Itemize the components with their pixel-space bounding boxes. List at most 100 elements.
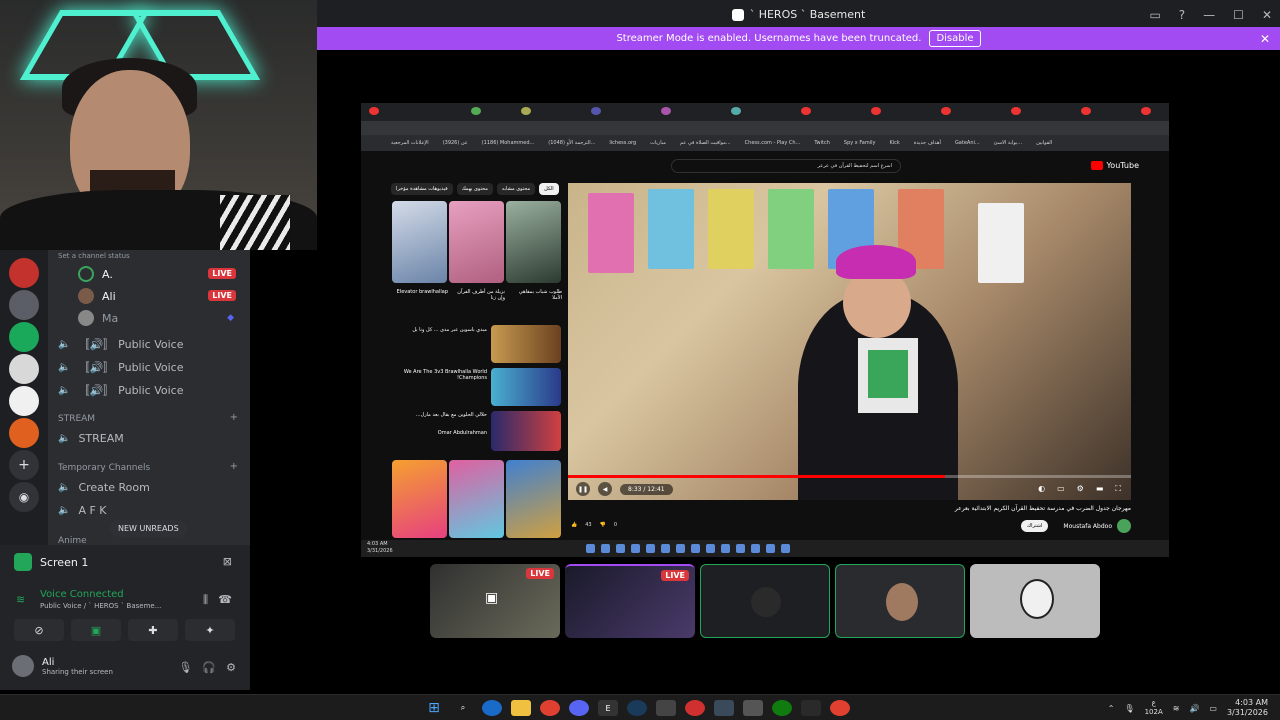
screen-share-button[interactable]: ▣ — [71, 619, 121, 641]
close-icon[interactable]: ✕ — [1260, 32, 1270, 46]
video-thumbnail[interactable] — [491, 368, 561, 406]
tab-icon[interactable] — [871, 107, 881, 115]
folder-icon[interactable] — [511, 700, 531, 716]
tab-icon[interactable] — [661, 107, 671, 115]
disconnect-icon[interactable]: ☎ — [218, 593, 232, 606]
close-stream-icon[interactable]: ⊠ — [223, 555, 232, 568]
server-icon[interactable] — [9, 354, 39, 384]
disable-button[interactable]: Disable — [929, 30, 981, 47]
bookmark[interactable]: الإعلانات المرجعية — [391, 140, 429, 146]
add-server-icon[interactable]: + — [9, 450, 39, 480]
voice-channel[interactable]: 🔈 〚🔊〛 Public Voice — [58, 336, 243, 352]
video-thumbnail[interactable] — [449, 201, 504, 283]
language-indicator[interactable]: ع 102A — [1145, 699, 1163, 717]
server-icon[interactable] — [9, 418, 39, 448]
discord-icon[interactable] — [569, 700, 589, 716]
tab-icon[interactable] — [471, 107, 481, 115]
category-temporary[interactable]: Temporary Channels — [58, 463, 150, 473]
mic-icon[interactable]: 🎙 — [178, 661, 192, 674]
participant-tile[interactable] — [700, 564, 830, 638]
chrome-icon[interactable] — [830, 700, 850, 716]
bookmark[interactable]: مواقيت الصلاة في عم... — [680, 140, 731, 146]
bookmark[interactable]: GateAni... — [955, 140, 980, 146]
video-thumbnail[interactable] — [506, 201, 561, 283]
voice-member[interactable]: Ali LIVE — [78, 288, 240, 304]
video-thumbnail[interactable] — [392, 201, 447, 283]
participant-tile[interactable] — [970, 564, 1100, 638]
voice-channel[interactable]: 🔈 A F K — [58, 504, 243, 517]
video-thumbnail[interactable] — [449, 460, 504, 538]
edge-icon[interactable] — [482, 700, 502, 716]
minimize-button[interactable]: — — [1203, 8, 1215, 22]
tab-icon[interactable] — [731, 107, 741, 115]
category-stream[interactable]: STREAM — [58, 414, 95, 424]
voice-channel[interactable]: 🔈 STREAM — [58, 432, 243, 445]
chip[interactable]: محتوى يهمك — [456, 183, 493, 195]
rec-title[interactable]: Elevator brawlhallap — [396, 289, 448, 295]
clock[interactable]: 4:03 AM 3/31/2026 — [1227, 698, 1268, 718]
add-channel-icon[interactable]: + — [230, 461, 238, 472]
new-unreads-button[interactable]: NEW UNREADS — [110, 520, 187, 537]
video-thumbnail[interactable] — [392, 460, 447, 538]
volume-icon[interactable]: ◀ — [598, 482, 612, 496]
inbox-icon[interactable]: ▭ — [1149, 8, 1160, 22]
video-thumbnail[interactable] — [491, 325, 561, 363]
rec-title[interactable]: حلالي الحلوين مع بقال بعد مارل... — [391, 412, 487, 418]
pause-icon[interactable]: ❚❚ — [576, 482, 590, 496]
camera-off-button[interactable]: ⊘ — [14, 619, 64, 641]
stream-tile[interactable]: LIVE ▣ — [430, 564, 560, 638]
xbox-icon[interactable] — [772, 700, 792, 716]
tab-icon[interactable] — [1011, 107, 1021, 115]
video-thumbnail[interactable] — [491, 411, 561, 451]
bookmark[interactable]: Kick — [889, 140, 899, 146]
bookmark[interactable]: (3926) عن — [443, 140, 468, 146]
subtitles-icon[interactable]: ▭ — [1057, 484, 1065, 494]
app-icon[interactable] — [801, 700, 821, 716]
tab-icon[interactable] — [941, 107, 951, 115]
app-icon[interactable] — [656, 700, 676, 716]
screen-share-row[interactable]: Screen 1 — [14, 553, 88, 571]
maximize-button[interactable]: ☐ — [1233, 8, 1244, 22]
server-icon[interactable] — [9, 290, 39, 320]
voice-channel-path[interactable]: Public Voice / ` HEROS ` Baseme... — [40, 602, 161, 610]
dislike-icon[interactable]: 👎 — [600, 522, 606, 528]
channel-status[interactable]: Set a channel status — [58, 252, 130, 260]
rec-title[interactable]: مبدي باسوين عبر مدى ... كل ونا بل — [391, 327, 487, 333]
video-player[interactable]: ❚❚ ◀ 8:33 / 12:41 ◐ ▭ ⚙ ▬ ⛶ — [568, 183, 1131, 500]
rec-title[interactable]: نزيلة من أطرف الفرآن وإن زنا — [453, 289, 505, 301]
tab-icon[interactable] — [369, 107, 379, 115]
mic-icon[interactable]: 🎙 — [1124, 704, 1134, 713]
voice-channel[interactable]: 🔈 〚🔊〛 Public Voice — [58, 359, 243, 375]
bookmark[interactable]: بوابة الاسئ... — [994, 140, 1022, 146]
voice-member[interactable]: A. LIVE — [78, 266, 240, 282]
chevron-up-icon[interactable]: ⌃ — [1108, 704, 1115, 713]
rec-title[interactable]: We Are The 3v3 Brawlhalla World Champion… — [391, 369, 487, 381]
theater-icon[interactable]: ▬ — [1096, 484, 1104, 494]
stream-view[interactable]: الإعلانات المرجعية (3926) عن (1186) Moha… — [361, 103, 1169, 557]
bookmark[interactable]: Spy x Family — [844, 140, 876, 146]
stream-tile[interactable]: LIVE — [565, 564, 695, 638]
fullscreen-icon[interactable]: ⛶ — [1115, 484, 1121, 494]
bookmark[interactable]: Twitch — [814, 140, 830, 146]
search-icon[interactable]: ⌕ — [453, 700, 473, 716]
epic-icon[interactable]: E — [598, 700, 618, 716]
video-thumbnail[interactable] — [506, 460, 561, 538]
bookmark[interactable]: lichess.org — [609, 140, 636, 146]
subscribe-button[interactable]: اشتراك — [1021, 520, 1049, 532]
settings-icon[interactable]: ⚙ — [1077, 484, 1084, 494]
add-channel-icon[interactable]: + — [230, 412, 238, 423]
soundboard-button[interactable]: ✦ — [185, 619, 235, 641]
channel-info[interactable]: Moustafa Abdoo — [1063, 519, 1131, 533]
rec-channel[interactable]: Omar Abdulrahman — [391, 430, 487, 436]
bookmark[interactable]: القوانين — [1036, 140, 1052, 146]
search-input[interactable]: اسرع اسم لتحفيظ القرآن في عرعر — [671, 159, 901, 173]
progress-bar[interactable] — [568, 475, 1131, 478]
participant-tile[interactable] — [835, 564, 965, 638]
bookmark[interactable]: أهداف جديدة — [914, 140, 941, 146]
settings-gear-icon[interactable]: ⚙ — [226, 661, 236, 674]
volume-icon[interactable]: 🔊 — [1189, 704, 1199, 713]
voice-channel[interactable]: 🔈 Create Room — [58, 481, 243, 494]
bookmark[interactable]: مباريات — [650, 140, 666, 146]
start-icon[interactable]: ⊞ — [424, 700, 444, 716]
app-icon[interactable] — [743, 700, 763, 716]
